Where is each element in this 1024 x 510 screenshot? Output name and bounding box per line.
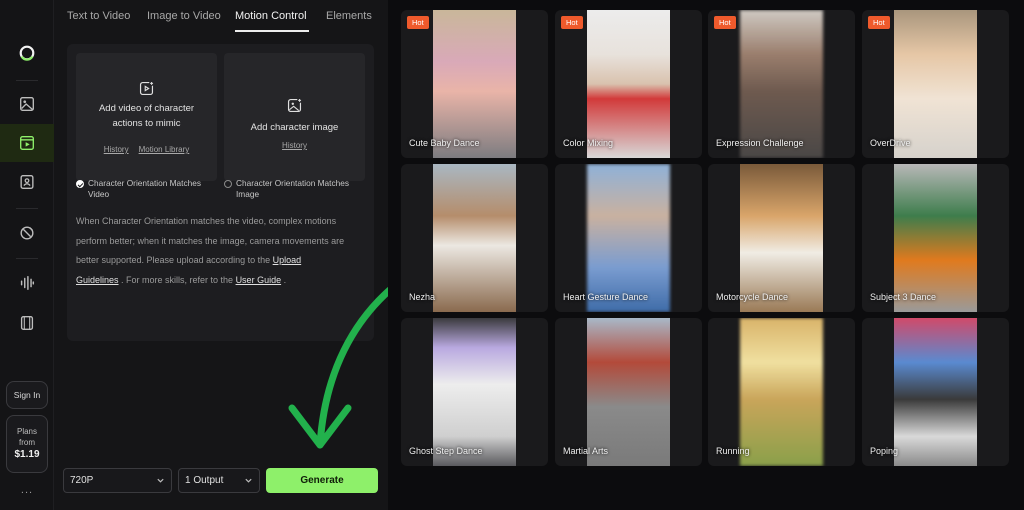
orientation-image-option[interactable]: Character Orientation Matches Image: [224, 178, 368, 200]
template-card-subject-3-dance[interactable]: Subject 3 Dance: [862, 164, 1009, 312]
template-card-cute-baby-dance[interactable]: Hot Cute Baby Dance: [401, 10, 548, 158]
template-caption: Expression Challenge: [716, 138, 804, 148]
output-count-value: 1 Output: [185, 475, 224, 486]
chevron-down-icon: [157, 478, 164, 483]
tab-image-to-video[interactable]: Image to Video: [147, 10, 221, 22]
add-video-dropzone[interactable]: Add video of character actions to mimic …: [76, 53, 217, 181]
template-thumbnail: [433, 318, 516, 466]
upload-guidelines-link-part2[interactable]: Guidelines: [76, 275, 119, 285]
upload-guidelines-link-part1[interactable]: Upload: [273, 255, 302, 265]
template-caption: Martial Arts: [563, 446, 609, 456]
avatar-frame-icon[interactable]: [0, 163, 54, 201]
active-tab-indicator: [235, 30, 309, 32]
template-caption: Poping: [870, 446, 899, 456]
template-thumbnail: [587, 10, 670, 158]
output-count-select[interactable]: 1 Output: [178, 468, 260, 493]
image-icon[interactable]: [0, 85, 54, 123]
mode-tabs: Text to Video Image to Video Motion Cont…: [54, 0, 388, 34]
template-card-nezha[interactable]: Nezha: [401, 164, 548, 312]
template-thumbnail: [587, 318, 670, 466]
image-upload-links: History: [282, 141, 307, 150]
audio-wave-icon[interactable]: [0, 264, 54, 302]
more-menu-button[interactable]: ...: [0, 484, 54, 496]
orientation-help-text: When Character Orientation matches the v…: [76, 212, 368, 290]
rail-divider: [16, 258, 38, 259]
template-card-martial-arts[interactable]: Martial Arts: [555, 318, 702, 466]
help-text-part1: When Character Orientation matches the v…: [76, 216, 345, 265]
orientation-image-line1: Character Orientation Matches: [236, 178, 349, 188]
template-card-ghost-step-dance[interactable]: Ghost Step Dance: [401, 318, 548, 466]
chevron-down-icon: [245, 478, 252, 483]
template-caption: Cute Baby Dance: [409, 138, 480, 148]
video-upload-links: History Motion Library: [104, 145, 190, 154]
video-history-link[interactable]: History: [104, 145, 129, 154]
orientation-video-line1: Character Orientation Matches: [88, 178, 201, 188]
template-thumbnail: [433, 10, 516, 158]
template-card-overdrive[interactable]: Hot OverDrive: [862, 10, 1009, 158]
generate-button[interactable]: Generate: [266, 468, 378, 493]
template-caption: Nezha: [409, 292, 436, 302]
template-card-motorcycle-dance[interactable]: Motorcycle Dance: [708, 164, 855, 312]
plans-label: Plans: [16, 427, 37, 436]
template-thumbnail: [433, 164, 516, 312]
template-thumbnail: [740, 10, 823, 158]
template-thumbnail: [894, 10, 977, 158]
template-card-expression-challenge[interactable]: Hot Expression Challenge: [708, 10, 855, 158]
orientation-image-line2: Image: [236, 189, 260, 199]
add-video-title-line1: Add video of character: [98, 103, 195, 114]
sign-in-button[interactable]: Sign In: [6, 381, 48, 409]
template-card-running[interactable]: Running: [708, 318, 855, 466]
orientation-video-radio[interactable]: [76, 180, 84, 188]
film-icon[interactable]: [0, 304, 54, 342]
add-image-icon: [287, 97, 303, 113]
template-thumbnail: [894, 318, 977, 466]
template-gallery: Hot Cute Baby Dance Hot Color Mixing Hot…: [388, 0, 1024, 510]
plans-price: $1.19: [14, 449, 40, 460]
plans-from: from: [19, 438, 35, 447]
left-rail: Sign In Plans from $1.19 ...: [0, 0, 54, 510]
template-caption: Motorcycle Dance: [716, 292, 789, 302]
template-card-color-mixing[interactable]: Hot Color Mixing: [555, 10, 702, 158]
resolution-select[interactable]: 720P: [63, 468, 172, 493]
orientation-video-label: Character Orientation Matches Video: [88, 178, 220, 200]
template-caption: Heart Gesture Dance: [563, 292, 649, 302]
hot-badge: Hot: [714, 16, 736, 29]
tab-motion-control[interactable]: Motion Control: [235, 10, 307, 22]
plans-button[interactable]: Plans from $1.19: [6, 415, 48, 473]
image-history-link[interactable]: History: [282, 141, 307, 150]
orientation-video-line2: Video: [88, 189, 110, 199]
template-thumbnail: [740, 318, 823, 466]
template-card-heart-gesture-dance[interactable]: Heart Gesture Dance: [555, 164, 702, 312]
tab-text-to-video[interactable]: Text to Video: [67, 10, 130, 22]
add-image-title: Add character image: [250, 122, 339, 133]
add-video-title-line2: actions to mimic: [112, 118, 181, 129]
add-video-title: Add video of character actions to mimic: [99, 101, 194, 131]
template-caption: Color Mixing: [563, 138, 614, 148]
hot-badge: Hot: [561, 16, 583, 29]
add-video-icon: [139, 80, 155, 96]
logo-icon[interactable]: [0, 34, 54, 72]
hot-badge: Hot: [407, 16, 429, 29]
template-caption: OverDrive: [870, 138, 911, 148]
template-thumbnail: [740, 164, 823, 312]
orientation-image-label: Character Orientation Matches Image: [236, 178, 368, 200]
orientation-video-option[interactable]: Character Orientation Matches Video: [76, 178, 220, 200]
resolution-value: 720P: [70, 475, 94, 486]
rail-divider: [16, 80, 38, 81]
template-thumbnail: [894, 164, 977, 312]
video-icon[interactable]: [0, 124, 54, 162]
template-caption: Subject 3 Dance: [870, 292, 937, 302]
template-thumbnail: [587, 164, 670, 312]
help-text-part2: . For more skills, refer to the: [118, 274, 236, 285]
motion-library-link[interactable]: Motion Library: [139, 145, 190, 154]
rail-divider: [16, 208, 38, 209]
orientation-image-radio[interactable]: [224, 180, 232, 188]
template-card-poping[interactable]: Poping: [862, 318, 1009, 466]
hot-badge: Hot: [868, 16, 890, 29]
tab-elements[interactable]: Elements: [326, 10, 372, 22]
add-image-dropzone[interactable]: Add character image History: [224, 53, 365, 181]
template-caption: Ghost Step Dance: [409, 446, 483, 456]
effects-icon[interactable]: [0, 214, 54, 252]
template-caption: Running: [716, 446, 750, 456]
